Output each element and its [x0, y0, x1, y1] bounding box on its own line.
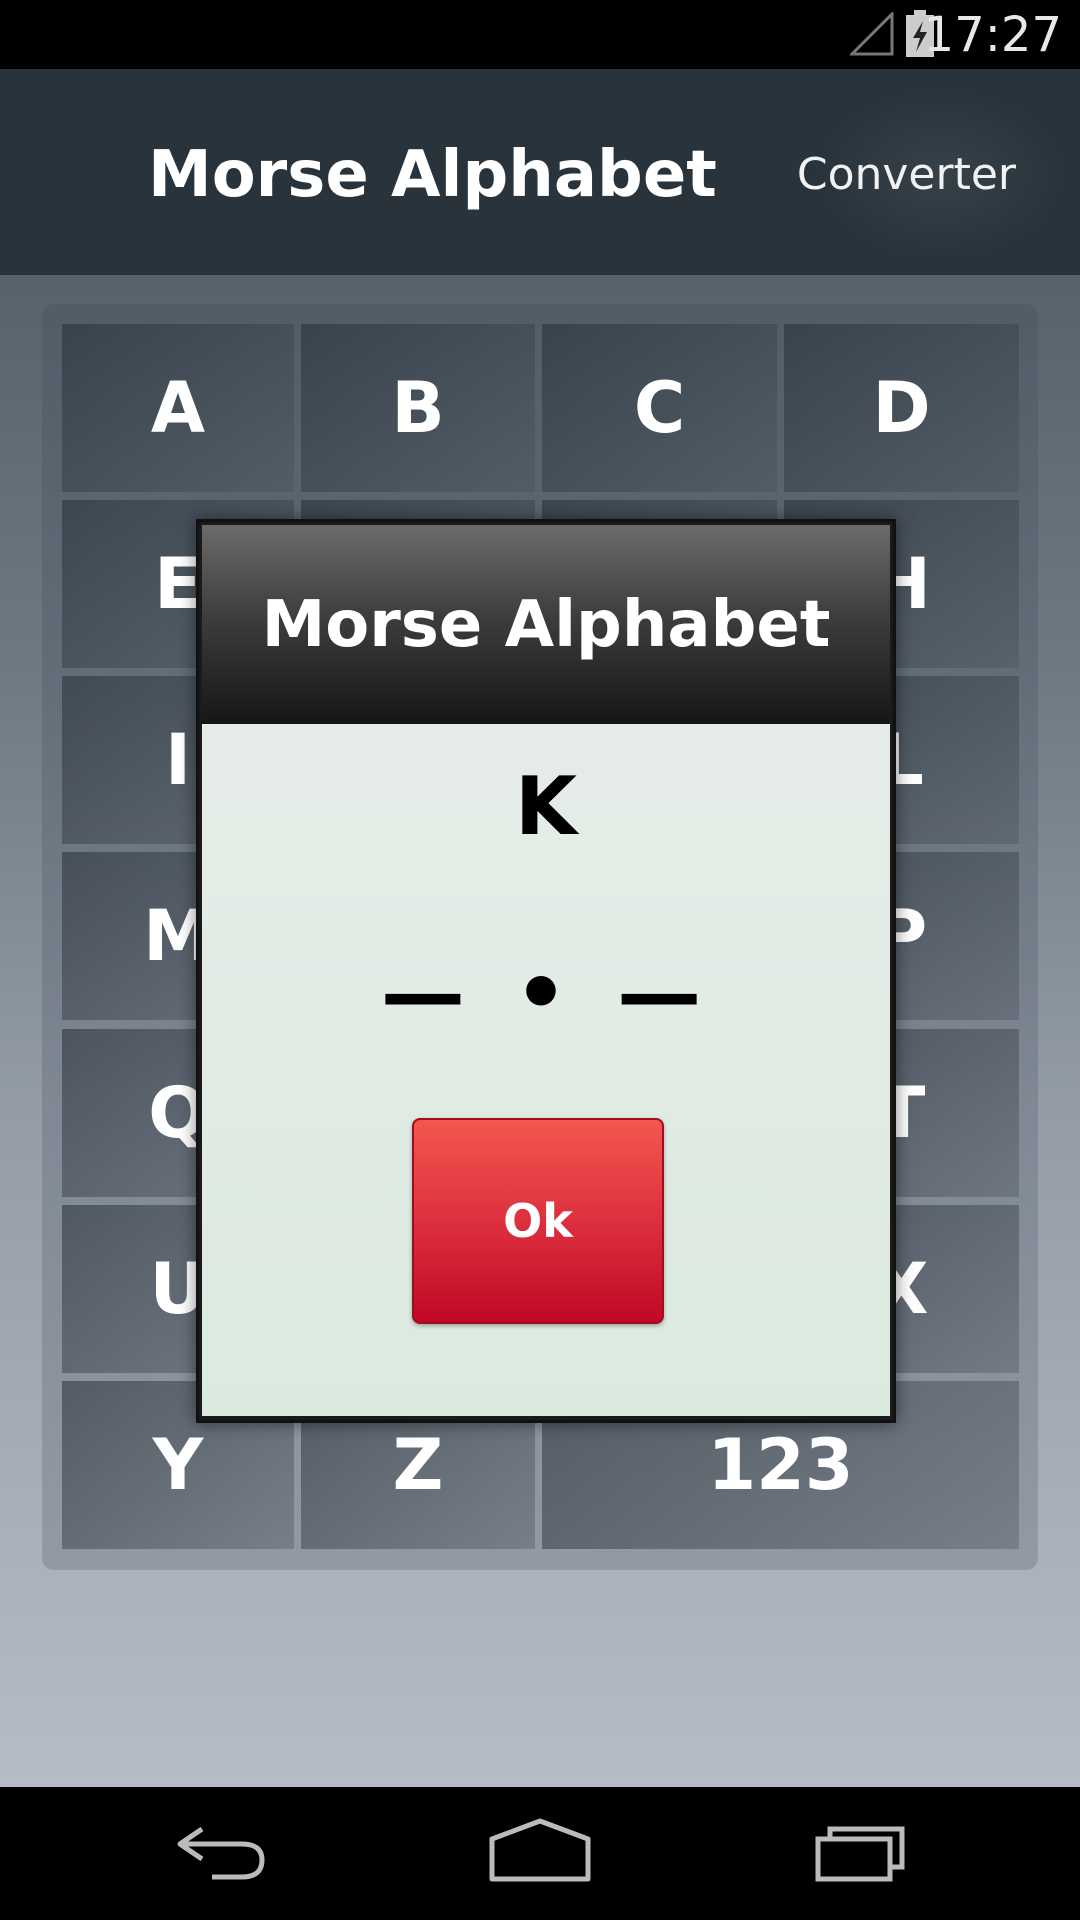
letter-dialog: Morse Alphabet K — • — Ok — [196, 519, 896, 1423]
dialog-body: K — • — Ok — [202, 724, 890, 1416]
recent-apps-icon[interactable] — [814, 1817, 912, 1887]
home-icon[interactable] — [488, 1817, 592, 1887]
signal-icon — [850, 12, 894, 56]
status-time: 17:27 — [923, 7, 1062, 63]
morse-code: — • — — [380, 944, 712, 1042]
dialog-header: Morse Alphabet — [202, 525, 890, 724]
back-icon[interactable] — [172, 1817, 268, 1887]
dialog-letter: K — [515, 760, 577, 853]
ok-button[interactable]: Ok — [412, 1118, 664, 1324]
dialog-title: Morse Alphabet — [261, 587, 831, 662]
status-bar: 17:27 — [0, 0, 1080, 69]
app-screen: Morse Alphabet Converter ABCDEFGHIJKLMNO… — [0, 69, 1080, 1787]
navigation-bar — [0, 1787, 1080, 1920]
